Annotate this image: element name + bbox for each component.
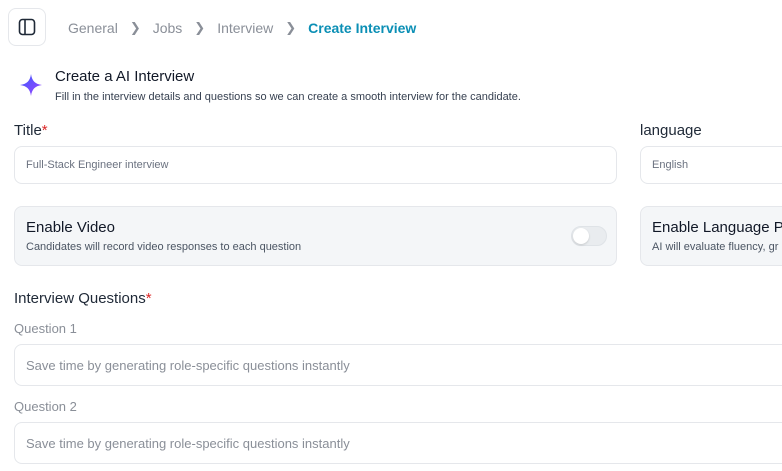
- enable-video-toggle[interactable]: [571, 226, 607, 246]
- enable-language-description: AI will evaluate fluency, gr: [652, 241, 779, 253]
- sparkle-icon: [20, 74, 42, 96]
- chevron-right-icon: ❯: [285, 20, 297, 35]
- breadcrumb-create-interview: Create Interview: [308, 20, 417, 36]
- language-select-value: English: [652, 159, 689, 171]
- breadcrumb-interview[interactable]: Interview: [217, 20, 273, 36]
- chevron-right-icon: ❯: [129, 20, 141, 35]
- interview-questions-label: Interview Questions*: [14, 290, 152, 307]
- title-label-text: Title: [14, 122, 42, 139]
- create-interview-page: General ❯ Jobs ❯ Interview ❯ Create Inte…: [0, 0, 782, 471]
- chevron-right-icon: ❯: [194, 20, 206, 35]
- enable-language-title: Enable Language Pr: [652, 219, 782, 236]
- breadcrumb-general[interactable]: General: [68, 20, 118, 36]
- required-mark: *: [145, 290, 152, 307]
- breadcrumb: General ❯ Jobs ❯ Interview ❯ Create Inte…: [68, 19, 416, 37]
- question-2-input[interactable]: Save time by generating role-specific qu…: [14, 422, 782, 464]
- sidebar-toggle-button[interactable]: [8, 8, 46, 46]
- page-subtitle: Fill in the interview details and questi…: [55, 91, 521, 103]
- enable-video-description: Candidates will record video responses t…: [26, 241, 302, 253]
- title-input-value: Full-Stack Engineer interview: [26, 159, 169, 171]
- question-2-placeholder: Save time by generating role-specific qu…: [26, 435, 350, 451]
- enable-video-title: Enable Video: [26, 219, 115, 236]
- enable-language-card: Enable Language Pr AI will evaluate flue…: [640, 206, 782, 266]
- title-input[interactable]: Full-Stack Engineer interview: [14, 146, 617, 184]
- interview-questions-label-text: Interview Questions: [14, 290, 146, 307]
- language-label: language: [640, 122, 702, 139]
- sidebar-panel-icon: [18, 18, 36, 36]
- toggle-knob: [573, 228, 589, 244]
- question-1-placeholder: Save time by generating role-specific qu…: [26, 357, 350, 373]
- required-mark: *: [41, 122, 48, 139]
- language-select[interactable]: English: [640, 146, 782, 184]
- enable-video-card: Enable Video Candidates will record vide…: [14, 206, 617, 266]
- question-1-input[interactable]: Save time by generating role-specific qu…: [14, 344, 782, 386]
- question-2-label: Question 2: [14, 399, 77, 414]
- page-title: Create a AI Interview: [55, 68, 195, 85]
- breadcrumb-jobs[interactable]: Jobs: [153, 20, 183, 36]
- title-label: Title*: [14, 122, 48, 139]
- question-1-label: Question 1: [14, 321, 77, 336]
